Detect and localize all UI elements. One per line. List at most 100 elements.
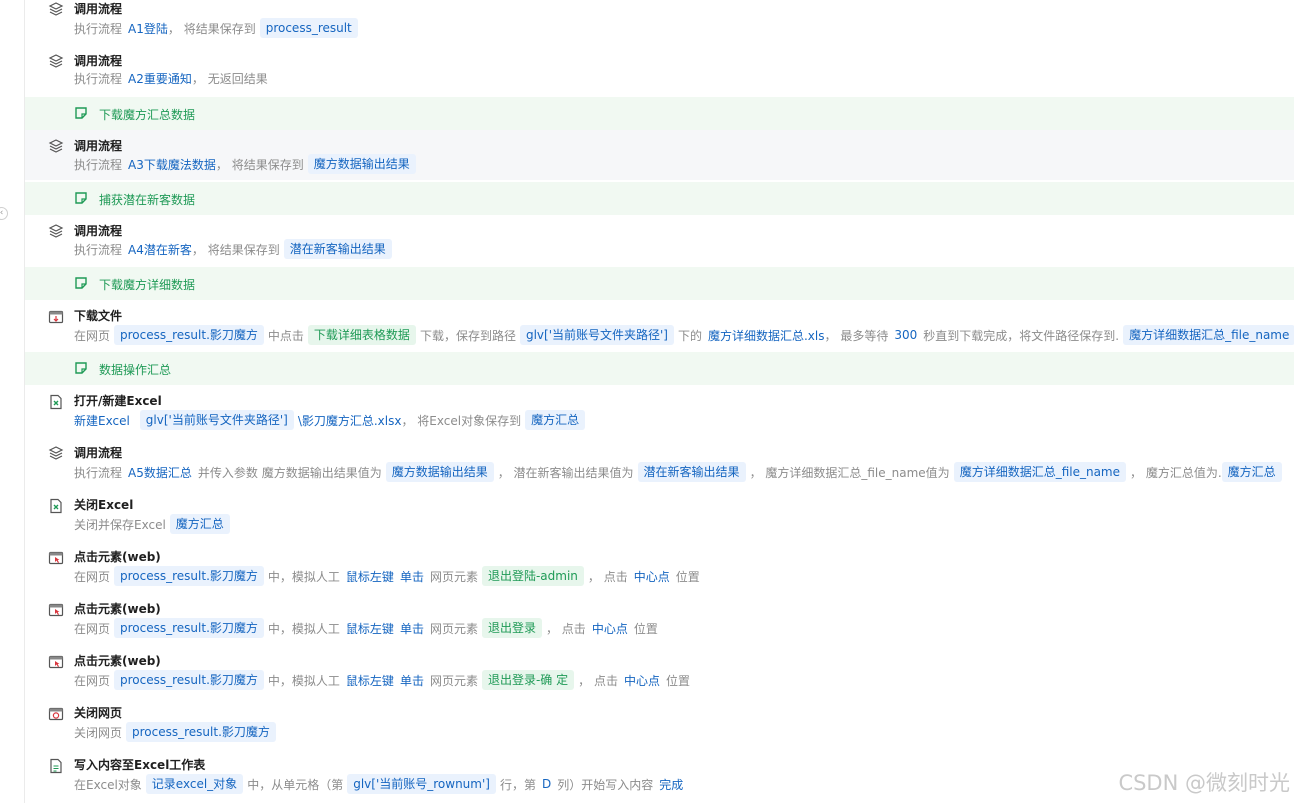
browser-download-icon xyxy=(48,310,64,324)
variable-tag[interactable]: 魔方汇总 xyxy=(525,410,586,430)
step-description: 在Excel对象 记录excel_对象 中，从单元格（第 glv['当前账号_r… xyxy=(74,774,683,794)
mouse-button-value: 鼠标左键 xyxy=(345,621,394,636)
click-type-value: 单击 xyxy=(399,569,424,584)
excel-write-icon xyxy=(50,758,62,774)
step-title: 点击元素(web) xyxy=(74,602,161,616)
flow-step-close-excel[interactable]: 关闭Excel 关闭并保存Excel 魔方汇总 xyxy=(0,496,1294,538)
element-tag[interactable]: 下载详细表格数据 xyxy=(307,325,416,345)
flow-name-link[interactable]: A2重要通知 xyxy=(128,70,192,87)
collapse-toggle-icon[interactable]: ‹ xyxy=(0,207,8,220)
step-title: 关闭Excel xyxy=(74,498,134,512)
layers-icon xyxy=(48,2,64,16)
step-title: 点击元素(web) xyxy=(74,654,161,668)
mouse-button-value: 鼠标左键 xyxy=(345,569,394,584)
variable-tag[interactable]: 潜在新客输出结果 xyxy=(283,239,392,259)
step-description: 在网页 process_result.影刀魔方 中，模拟人工 鼠标左键 单击 网… xyxy=(74,618,658,638)
step-description: 执行流程 A2重要通知 ， 无返回结果 xyxy=(74,70,268,87)
browser-click-icon xyxy=(48,551,64,565)
element-tag[interactable]: 退出登陆-admin xyxy=(481,566,584,586)
browser-click-icon xyxy=(48,655,64,669)
step-title: 打开/新建Excel xyxy=(74,394,162,408)
variable-tag[interactable]: process_result.影刀魔方 xyxy=(114,325,264,345)
step-title: 调用流程 xyxy=(74,224,123,238)
flow-step-call-a2[interactable]: 调用流程 执行流程 A2重要通知 ， 无返回结果 xyxy=(0,52,1294,92)
flow-step-download-file[interactable]: 下载文件 在网页 process_result.影刀魔方 中点击 下载详细表格数… xyxy=(0,307,1294,349)
step-title: 调用流程 xyxy=(74,2,123,16)
step-title: 下载文件 xyxy=(74,309,123,323)
param-tag[interactable]: 潜在新客输出结果 xyxy=(637,462,746,482)
mouse-button-value: 鼠标左键 xyxy=(345,673,394,688)
flow-step-click-element-3[interactable]: 点击元素(web) 在网页 process_result.影刀魔方 中，模拟人工… xyxy=(0,652,1294,694)
variable-tag[interactable]: 魔方详细数据汇总_file_name xyxy=(1123,325,1294,345)
path-tag[interactable]: glv['当前账号文件夹路径'] xyxy=(519,325,674,345)
file-name-value: \影刀魔方汇总.xlsx xyxy=(297,413,402,428)
element-tag[interactable]: 退出登录-确 定 xyxy=(481,670,575,690)
note-icon xyxy=(75,107,87,119)
param-tag[interactable]: 魔方数据输出结果 xyxy=(385,462,494,482)
flow-step-call-a1[interactable]: 调用流程 执行流程 A1登陆 ， 将结果保存到 process_result xyxy=(0,0,1294,45)
watermark: CSDN @微刻时光 xyxy=(1118,771,1290,795)
variable-tag[interactable]: process_result.影刀魔方 xyxy=(114,566,264,586)
variable-tag[interactable]: 魔方数据输出结果 xyxy=(307,154,416,174)
step-title: 调用流程 xyxy=(74,54,123,68)
variable-tag[interactable]: process_result.影刀魔方 xyxy=(114,618,264,638)
step-title: 调用流程 xyxy=(74,139,123,153)
layers-icon xyxy=(48,139,64,153)
step-title: 关闭网页 xyxy=(74,706,123,720)
variable-tag[interactable]: process_result xyxy=(259,18,358,38)
layers-icon xyxy=(48,54,64,68)
column-value: D xyxy=(541,777,552,791)
click-position-value: 中心点 xyxy=(633,569,670,584)
param-tag[interactable]: 魔方汇总 xyxy=(1221,462,1282,482)
flow-step-call-a4[interactable]: 调用流程 执行流程 A4潜在新客 ， 将结果保存到 潜在新客输出结果 xyxy=(0,222,1294,264)
flow-step-call-a3[interactable]: 调用流程 执行流程 A3下载魔法数据 ， 将结果保存到 魔方数据输出结果 xyxy=(25,130,1294,180)
browser-close-icon xyxy=(48,707,64,721)
group-label: 数据操作汇总 xyxy=(99,363,172,377)
variable-tag[interactable]: process_result.影刀魔方 xyxy=(114,670,264,690)
flow-name-link[interactable]: A5数据汇总 xyxy=(128,464,192,481)
step-description: 新建Excel glv['当前账号文件夹路径'] \影刀魔方汇总.xlsx ， … xyxy=(74,410,589,430)
step-title: 点击元素(web) xyxy=(74,550,161,564)
excel-close-icon xyxy=(50,498,62,514)
step-title: 写入内容至Excel工作表 xyxy=(74,758,206,772)
step-description: 执行流程 A4潜在新客 ， 将结果保存到 潜在新客输出结果 xyxy=(74,239,396,259)
step-description: 执行流程 A3下载魔法数据 ， 将结果保存到 魔方数据输出结果 xyxy=(74,154,420,174)
group-download-summary[interactable]: 下载魔方汇总数据 xyxy=(25,97,1294,130)
variable-tag[interactable]: process_result.影刀魔方 xyxy=(126,722,276,742)
step-description: 关闭并保存Excel 魔方汇总 xyxy=(74,514,234,534)
group-download-details[interactable]: 下载魔方详细数据 xyxy=(25,267,1294,300)
layers-icon xyxy=(48,446,64,460)
note-icon xyxy=(75,362,87,374)
param-tag[interactable]: 魔方详细数据汇总_file_name xyxy=(953,462,1126,482)
row-tag[interactable]: glv['当前账号_rownum'] xyxy=(347,774,496,794)
step-description: 在网页 process_result.影刀魔方 中，模拟人工 鼠标左键 单击 网… xyxy=(74,566,700,586)
group-label: 下载魔方汇总数据 xyxy=(99,108,196,122)
flow-step-open-excel[interactable]: 打开/新建Excel 新建Excel glv['当前账号文件夹路径'] \影刀魔… xyxy=(0,392,1294,434)
click-type-value: 单击 xyxy=(399,673,424,688)
flow-step-call-a5[interactable]: 调用流程 执行流程 A5数据汇总 并传入参数 魔方数据输出结果值为 魔方数据输出… xyxy=(0,444,1294,486)
group-capture-new-customers[interactable]: 捕获潜在新客数据 xyxy=(25,182,1294,215)
element-tag[interactable]: 退出登录 xyxy=(481,618,542,638)
group-label: 捕获潜在新客数据 xyxy=(99,193,196,207)
step-description: 关闭网页 process_result.影刀魔方 xyxy=(74,722,280,742)
flow-name-link[interactable]: A3下载魔法数据 xyxy=(128,156,216,173)
excel-file-icon xyxy=(50,394,62,410)
click-type-value: 单击 xyxy=(399,621,424,636)
flow-step-click-element-2[interactable]: 点击元素(web) 在网页 process_result.影刀魔方 中，模拟人工… xyxy=(0,600,1294,642)
click-position-value: 中心点 xyxy=(623,673,660,688)
flow-step-click-element-1[interactable]: 点击元素(web) 在网页 process_result.影刀魔方 中，模拟人工… xyxy=(0,548,1294,590)
flow-step-close-web[interactable]: 关闭网页 关闭网页 process_result.影刀魔方 xyxy=(0,704,1294,746)
timeout-value: 300 xyxy=(894,328,918,342)
browser-click-icon xyxy=(48,603,64,617)
flow-step-write-excel[interactable]: 写入内容至Excel工作表 在Excel对象 记录excel_对象 中，从单元格… xyxy=(0,756,1294,798)
variable-tag[interactable]: 魔方汇总 xyxy=(169,514,230,534)
variable-tag[interactable]: 记录excel_对象 xyxy=(145,774,244,794)
step-description: 在网页 process_result.影刀魔方 中点击 下载详细表格数据 下载，… xyxy=(74,325,1294,345)
group-data-summary[interactable]: 数据操作汇总 xyxy=(25,352,1294,385)
file-name-value: 魔方详细数据汇总.xls xyxy=(707,328,825,343)
flow-name-link[interactable]: A1登陆 xyxy=(128,20,168,37)
path-tag[interactable]: glv['当前账号文件夹路径'] xyxy=(139,410,294,430)
note-icon xyxy=(75,192,87,204)
click-position-value: 中心点 xyxy=(591,621,628,636)
flow-name-link[interactable]: A4潜在新客 xyxy=(128,241,192,258)
